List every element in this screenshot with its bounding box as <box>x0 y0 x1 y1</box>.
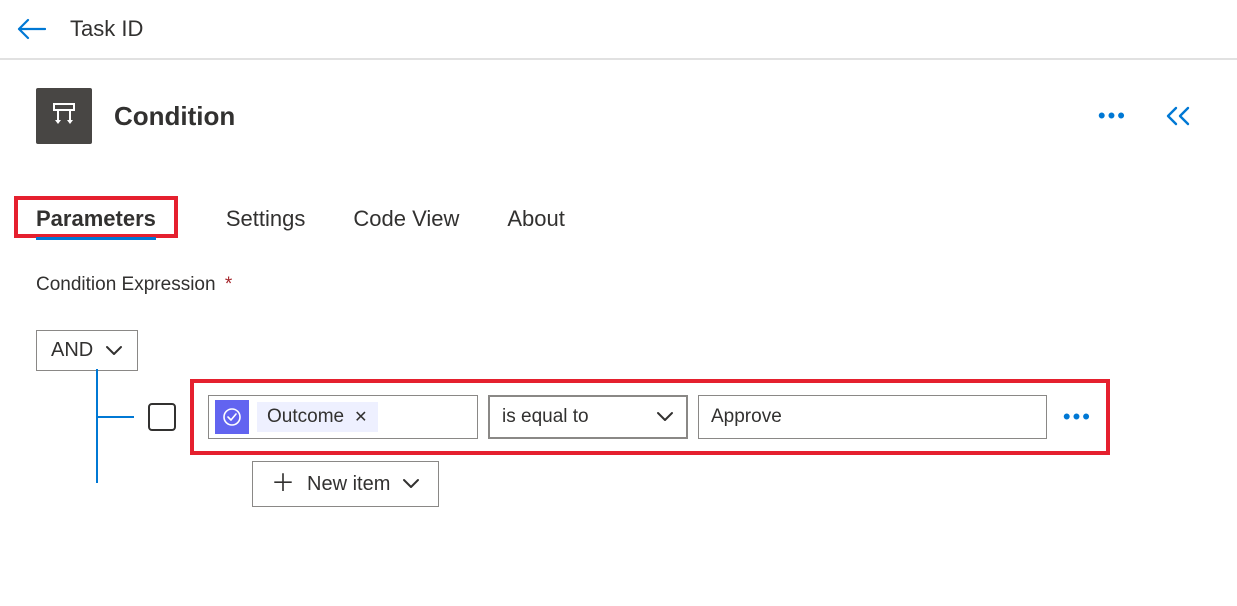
row-checkbox[interactable] <box>148 403 176 431</box>
page-title: Task ID <box>70 16 143 42</box>
tree-connector-vertical <box>96 369 98 483</box>
required-indicator: * <box>225 274 232 295</box>
tab-settings[interactable]: Settings <box>226 206 306 238</box>
condition-icon <box>36 88 92 144</box>
field-label: Condition Expression * <box>36 274 1201 296</box>
header-bar: Task ID <box>0 0 1237 60</box>
group-operator-dropdown[interactable]: AND <box>36 330 138 371</box>
card-header: Condition ••• <box>36 88 1201 144</box>
tab-parameters[interactable]: Parameters <box>36 206 156 240</box>
token-outcome: Outcome ✕ <box>257 402 378 432</box>
token-remove-button[interactable]: ✕ <box>354 407 367 427</box>
chevron-double-left-icon <box>1163 105 1193 127</box>
card-more-button[interactable]: ••• <box>1098 105 1127 127</box>
token-label: Outcome <box>267 406 344 428</box>
tabs: Parameters Settings Code View About <box>36 206 1201 238</box>
condition-tree: Outcome ✕ is equal to Approve ••• <box>96 379 1201 507</box>
left-operand-input[interactable]: Outcome ✕ <box>208 395 478 439</box>
field-label-text: Condition Expression <box>36 274 216 295</box>
condition-row: Outcome ✕ is equal to Approve ••• <box>96 379 1201 455</box>
callout-highlight-tabs: Parameters <box>14 196 178 238</box>
collapse-button[interactable] <box>1163 105 1193 127</box>
card-title: Condition <box>114 101 1076 132</box>
new-item-label: New item <box>307 473 390 496</box>
row-more-button[interactable]: ••• <box>1063 404 1092 430</box>
new-item-button[interactable]: ＋ New item <box>252 461 439 507</box>
tab-about[interactable]: About <box>507 206 565 238</box>
dynamic-content-icon <box>215 400 249 434</box>
expression-builder: AND <box>36 330 1201 507</box>
value-text: Approve <box>711 406 782 428</box>
right-operand-input[interactable]: Approve <box>698 395 1047 439</box>
group-operator-label: AND <box>51 339 93 362</box>
plus-icon: ＋ <box>271 472 295 496</box>
content-area: Condition ••• Parameters Settings Code V… <box>0 60 1237 527</box>
callout-highlight-row: Outcome ✕ is equal to Approve ••• <box>190 379 1110 455</box>
tree-connector-horizontal <box>96 416 134 418</box>
chevron-down-icon <box>656 411 674 423</box>
chevron-down-icon <box>402 478 420 490</box>
operator-dropdown[interactable]: is equal to <box>488 395 688 439</box>
card-actions: ••• <box>1098 105 1193 127</box>
operator-label: is equal to <box>502 406 589 428</box>
chevron-down-icon <box>105 345 123 357</box>
back-button[interactable] <box>16 18 46 40</box>
arrow-left-icon <box>16 18 46 40</box>
tab-code-view[interactable]: Code View <box>353 206 459 238</box>
